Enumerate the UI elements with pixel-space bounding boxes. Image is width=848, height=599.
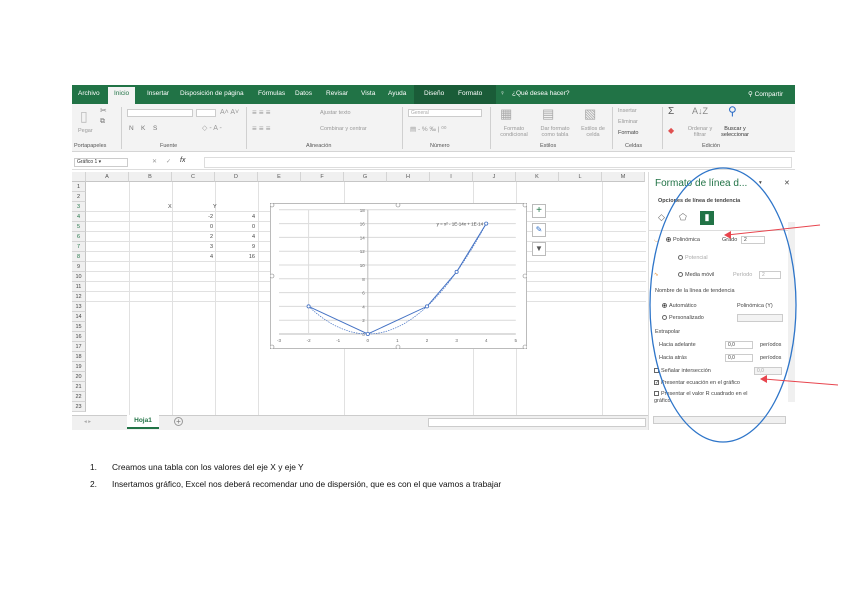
arrow-equation: [763, 378, 839, 386]
step-number: 1.: [90, 462, 97, 472]
step-text: Insertamos gráfico, Excel nos deberá rec…: [112, 479, 502, 489]
arrow-polynomial: [726, 224, 821, 236]
annotation-overlay: [649, 167, 839, 443]
arrow-head-icon: [760, 375, 767, 383]
arrow-head-icon: [724, 231, 731, 239]
step-text: Creamos una tabla con los valores del ej…: [112, 462, 304, 472]
step-2: 2. Insertamos gráfico, Excel nos deberá r…: [90, 479, 501, 489]
highlight-ellipse: [649, 167, 797, 443]
step-number: 2.: [90, 479, 97, 489]
step-1: 1. Creamos una tabla con los valores del …: [90, 462, 304, 472]
